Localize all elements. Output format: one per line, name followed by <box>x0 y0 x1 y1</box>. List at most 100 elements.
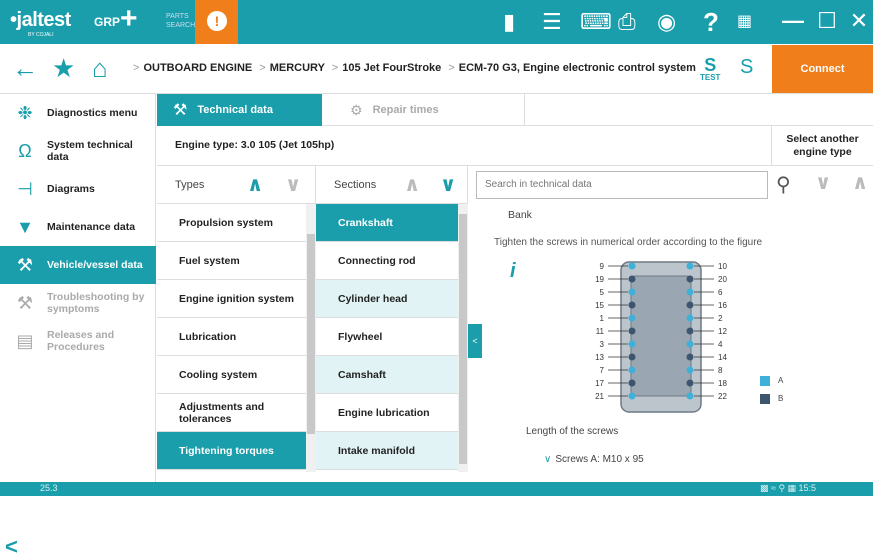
bolt-number-label: 6 <box>718 288 723 297</box>
sidebar-item-releases[interactable]: ▤ Releases and Procedures <box>0 322 156 360</box>
breadcrumb-item[interactable]: MERCURY <box>270 62 325 74</box>
bolt-marker <box>686 262 694 270</box>
tab-repair-times[interactable]: ⚙ Repair times <box>340 94 524 126</box>
bolt-marker <box>628 288 636 296</box>
print-icon[interactable]: ⎙ <box>618 10 636 34</box>
list-item[interactable]: Propulsion system <box>157 204 306 242</box>
list-item[interactable]: Camshaft <box>316 356 458 394</box>
bolt-number-label: 3 <box>600 340 605 349</box>
list-item[interactable]: Cooling system <box>157 356 306 394</box>
bolt-number-label: 19 <box>595 275 604 284</box>
home-icon[interactable]: ⌂ <box>92 54 108 82</box>
legend-label-a: A <box>778 376 784 385</box>
list-item[interactable]: Lubrication <box>157 318 306 356</box>
select-engine-button[interactable]: Select another engine type <box>771 126 873 166</box>
bolt-marker <box>686 340 694 348</box>
length-title: Length of the screws <box>526 426 619 437</box>
bolt-marker <box>628 379 636 387</box>
search-input[interactable]: Search in technical data <box>476 171 768 199</box>
plus-icon[interactable]: + <box>120 4 138 34</box>
chevron-down-icon[interactable]: ∨ <box>285 172 301 197</box>
list-item-selected[interactable]: Crankshaft <box>316 204 458 242</box>
test-label: TEST <box>700 73 721 82</box>
bolt-number-label: 7 <box>600 366 605 375</box>
list-item[interactable]: Engine lubrication <box>316 394 458 432</box>
connect-button[interactable]: Connect <box>772 45 873 93</box>
sidebar-item-label: Troubleshooting by symptoms <box>47 291 145 315</box>
chevron-up-icon[interactable]: ∧ <box>852 170 868 195</box>
back-arrow-icon[interactable]: ← <box>12 54 38 82</box>
top-bar: •jaltest BY COJALI GRP + PARTS SEARCH ! ▮… <box>0 0 873 44</box>
bolt-number-label: 14 <box>718 353 727 362</box>
list-item[interactable]: Engine ignition system <box>157 280 306 318</box>
breadcrumb-item[interactable]: ECM-70 G3, Engine electronic control sys… <box>459 62 696 74</box>
sections-scrollbar[interactable] <box>458 204 468 472</box>
sidebar-item-diagnostics[interactable]: ❉ Diagnostics menu <box>0 94 156 132</box>
document-icon[interactable]: ▮ <box>503 10 515 34</box>
sidebar-item-diagrams[interactable]: ⊣ Diagrams <box>0 170 156 208</box>
list-item[interactable]: Fuel system <box>157 242 306 280</box>
list-icon[interactable]: ☰ <box>542 10 562 34</box>
tab-label: Repair times <box>372 104 439 116</box>
cylinder-head-figure: 91951511131371721 102061621241481822 <box>595 261 727 413</box>
test-icon[interactable]: S TEST <box>700 56 720 82</box>
connection-icon[interactable]: S <box>740 56 753 79</box>
info-icon[interactable]: i <box>510 260 516 283</box>
scrollbar-thumb[interactable] <box>307 234 315 434</box>
version-label: 25.3 <box>40 483 58 493</box>
help-icon[interactable]: ? <box>703 9 719 35</box>
list-item[interactable]: Intake manifold <box>316 432 458 470</box>
tab-technical-data[interactable]: ⚒ Technical data <box>157 94 322 126</box>
close-button[interactable]: ✕ <box>838 0 873 44</box>
bolt-number-label: 1 <box>600 314 605 323</box>
bolt-number-label: 16 <box>718 301 727 310</box>
chevron-up-icon[interactable]: ∧ <box>247 172 263 197</box>
legend-swatch-b <box>760 394 770 404</box>
breadcrumb-item[interactable]: OUTBOARD ENGINE <box>143 62 252 74</box>
diagram-icon: ⊣ <box>17 179 33 199</box>
tab-label: Technical data <box>197 104 273 116</box>
keyboard-icon[interactable]: ⌨ <box>580 10 612 34</box>
sections-header-label: Sections <box>334 179 377 191</box>
grp-label[interactable]: GRP <box>94 15 120 29</box>
sidebar-item-label: Maintenance data <box>47 221 136 233</box>
parts-search-button[interactable]: PARTS SEARCH <box>166 12 195 30</box>
gear-clock-icon: ⚙ <box>350 101 363 118</box>
sidebar-item-troubleshooting[interactable]: ⚒ Troubleshooting by symptoms <box>0 284 156 322</box>
bolt-marker <box>628 314 636 322</box>
sidebar-item-system-technical-data[interactable]: Ω System technical data <box>0 132 156 170</box>
sidebar-item-vehicle-data[interactable]: ⚒ Vehicle/vessel data <box>0 246 156 284</box>
apps-grid-icon[interactable]: ▦ <box>737 10 752 34</box>
star-icon[interactable]: ★ <box>52 54 75 82</box>
warning-button[interactable]: ! <box>195 0 238 44</box>
bolt-number-label: 12 <box>718 327 727 336</box>
list-item[interactable]: Connecting rod <box>316 242 458 280</box>
chevron-down-icon[interactable]: ∨ <box>440 172 456 197</box>
status-icons: ▩ ≈ ⚲ ▦ 15:5 <box>760 483 817 493</box>
bolt-number-label: 17 <box>595 379 604 388</box>
list-item[interactable]: Adjustments and tolerances <box>157 394 306 432</box>
sidebar-item-maintenance[interactable]: ▼ Maintenance data <box>0 208 156 246</box>
camera-icon[interactable]: ◉ <box>657 10 676 34</box>
chevron-down-icon[interactable]: ∨ <box>815 170 831 195</box>
collapse-sidebar-icon[interactable]: < <box>5 534 18 560</box>
chevron-up-icon[interactable]: ∧ <box>404 172 420 197</box>
breadcrumb-item[interactable]: 105 Jet FourStroke <box>342 62 441 74</box>
list-item[interactable]: Flywheel <box>316 318 458 356</box>
types-header-label: Types <box>175 179 205 191</box>
bolt-number-label: 13 <box>595 353 604 362</box>
bolt-marker <box>628 262 636 270</box>
bolt-number-label: 18 <box>718 379 727 388</box>
omega-icon: Ω <box>18 141 32 161</box>
search-icon[interactable]: ⚲ <box>776 172 791 197</box>
screws-a-item[interactable]: ∨ Screws A: M10 x 95 <box>544 454 648 465</box>
sidebar-item-label: Vehicle/vessel data <box>47 259 143 271</box>
list-item[interactable]: Cylinder head <box>316 280 458 318</box>
bolt-number-label: 10 <box>718 262 727 271</box>
bolt-number-label: 22 <box>718 392 727 401</box>
types-scrollbar[interactable] <box>306 204 316 472</box>
bolt-number-label: 2 <box>718 314 723 323</box>
scrollbar-thumb[interactable] <box>459 214 467 464</box>
instruction-text: Tighten the screws in numerical order ac… <box>494 237 763 248</box>
list-item-selected[interactable]: Tightening torques <box>157 432 306 470</box>
